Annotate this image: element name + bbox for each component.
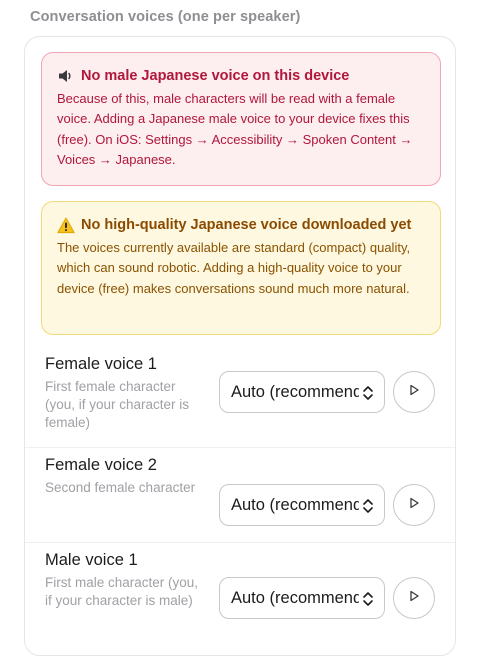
play-icon (408, 383, 420, 401)
no-hq-voice-alert: No high-quality Japanese voice downloade… (41, 201, 441, 335)
voice-description: First male character (you, if your chara… (45, 575, 199, 608)
warning-icon (57, 216, 75, 234)
play-icon (408, 496, 420, 514)
alert-title: No high-quality Japanese voice downloade… (81, 217, 412, 233)
voice-row-male-1: Male voice 1 First male character (you, … (25, 543, 455, 663)
voice-select-value: Auto (recommended) (231, 382, 359, 401)
voice-name: Female voice 2 (45, 456, 157, 474)
voice-row-female-1: Female voice 1 First female character (y… (25, 347, 455, 448)
voice-description: First female character (you, if your cha… (45, 379, 190, 430)
play-preview-button[interactable] (393, 371, 435, 413)
voice-name: Male voice 1 (45, 551, 138, 569)
chevron-up-down-icon (361, 589, 375, 609)
voice-description: Second female character (45, 480, 196, 495)
voice-select[interactable]: Auto (recommended) (219, 577, 385, 619)
voice-row-female-2: Female voice 2 Second female character A… (25, 448, 455, 543)
alert-body: The voices currently available are stand… (57, 240, 411, 296)
speaker-low-icon (57, 67, 75, 85)
alert-title: No male Japanese voice on this device (81, 68, 350, 84)
voice-select[interactable]: Auto (recommended) (219, 371, 385, 413)
voices-card: No male Japanese voice on this device Be… (24, 36, 456, 656)
voice-select-value: Auto (recommended) (231, 588, 359, 607)
section-header: Conversation voices (one per speaker) (30, 9, 301, 25)
chevron-up-down-icon (361, 383, 375, 403)
play-preview-button[interactable] (393, 484, 435, 526)
alert-body: Because of this, male characters will be… (57, 91, 413, 168)
play-preview-button[interactable] (393, 577, 435, 619)
chevron-up-down-icon (361, 496, 375, 516)
voice-select-value: Auto (recommended) (231, 495, 359, 514)
voice-name: Female voice 1 (45, 355, 157, 373)
play-icon (408, 589, 420, 607)
no-male-voice-alert: No male Japanese voice on this device Be… (41, 52, 441, 186)
voice-select[interactable]: Auto (recommended) (219, 484, 385, 526)
